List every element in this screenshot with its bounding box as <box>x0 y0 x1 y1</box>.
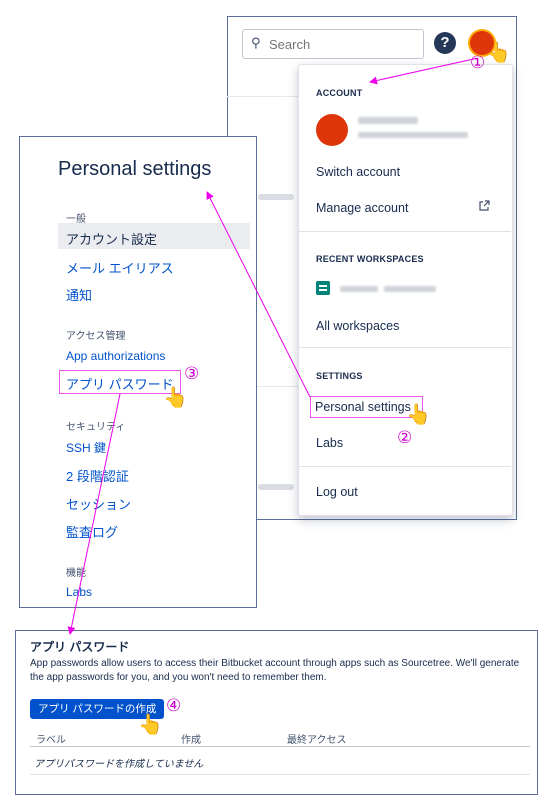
arrow-step3 <box>67 393 121 635</box>
annotation-arrows <box>67 57 479 635</box>
pointing-hand-icon: 👆 <box>163 387 188 409</box>
step-marker-2: ② <box>397 428 413 447</box>
step-marker-4: ④ <box>166 696 182 715</box>
pointing-hand-icon: 👆 <box>406 404 431 426</box>
pointing-hand-icon: 👆 <box>138 714 163 736</box>
arrow-step1 <box>369 57 479 85</box>
step-marker-1: ① <box>470 53 486 72</box>
arrow-step2 <box>206 191 311 398</box>
step-marker-3: ③ <box>184 364 200 383</box>
pointing-hand-icon: 👆 <box>486 42 511 64</box>
